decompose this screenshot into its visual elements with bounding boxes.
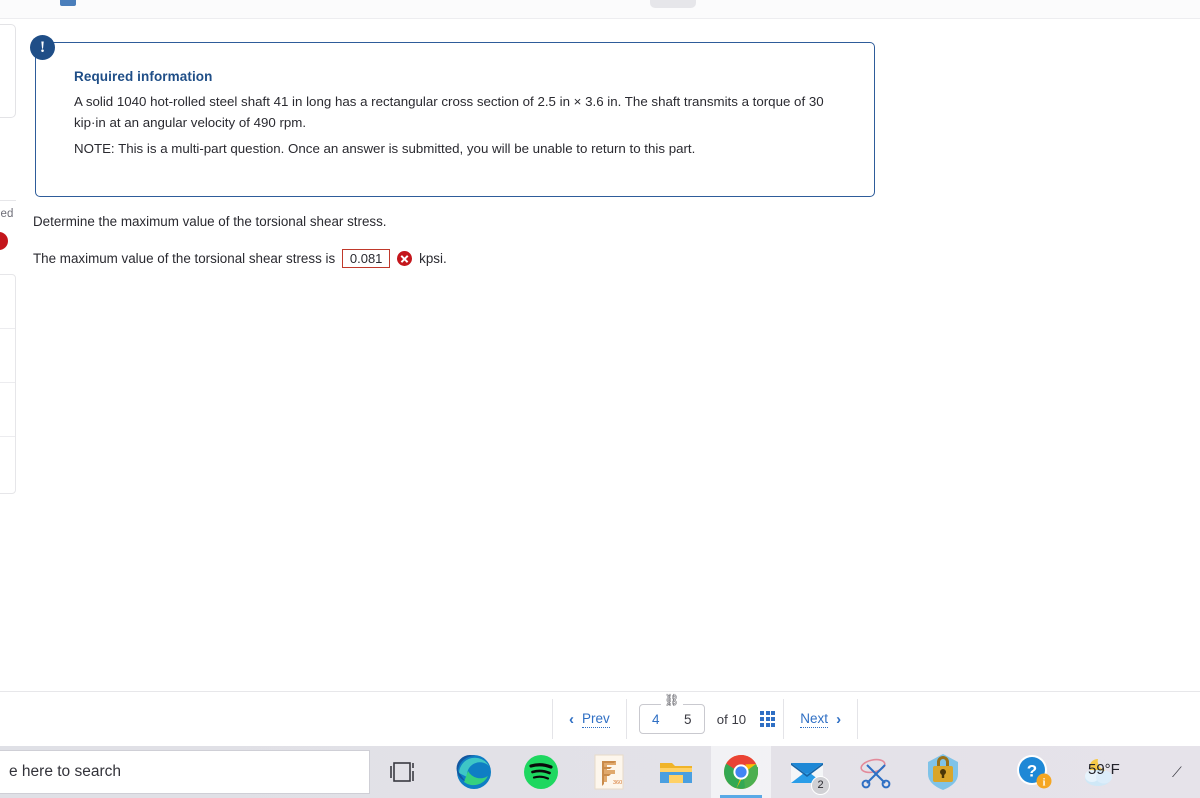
required-information-note: NOTE: This is a multi-part question. Onc… [74, 141, 696, 156]
next-button[interactable]: Next › [784, 711, 857, 728]
grid-cell [771, 711, 776, 716]
page-total-label: of 10 [717, 712, 746, 727]
chain-link-icon: ⛓ [660, 694, 683, 706]
snipping-tool-icon[interactable] [855, 751, 897, 793]
file-explorer-icon[interactable] [655, 751, 697, 793]
grid-cell [765, 717, 770, 721]
total-pages: 10 [731, 711, 747, 727]
toolbar-pill[interactable] [650, 0, 696, 8]
grid-cell [765, 722, 770, 727]
left-panel-divider [0, 200, 16, 201]
answer-input[interactable] [342, 249, 391, 268]
grid-view-icon[interactable] [760, 711, 776, 727]
fusion360-icon[interactable]: 360 [588, 751, 630, 793]
pagination-controls: ‹ Prev ⛓ 4 5 of 10 Next › [552, 694, 859, 743]
browser-tab-marker[interactable] [60, 0, 76, 6]
list-item[interactable] [0, 383, 15, 437]
question-navigation-footer: ‹ Prev ⛓ 4 5 of 10 Next › [0, 691, 1200, 746]
task-view-icon[interactable] [385, 751, 427, 793]
windows-taskbar: e here to search 360 2 ? i 59°F ⟋ [0, 746, 1200, 798]
required-information-box: Required information A solid 1040 hot-ro… [35, 42, 875, 197]
left-panel-status-label: led [0, 208, 14, 220]
list-item[interactable] [0, 329, 15, 383]
security-lock-icon[interactable] [922, 751, 964, 793]
next-page-number[interactable]: 5 [684, 712, 692, 727]
required-information-body: A solid 1040 hot-rolled steel shaft 41 i… [74, 94, 824, 130]
app-top-strip [0, 0, 1200, 19]
page-number-control[interactable]: ⛓ 4 5 [638, 694, 705, 734]
of-word: of [716, 711, 728, 727]
grid-cell [760, 722, 765, 727]
left-panel-list[interactable] [0, 274, 16, 494]
help-icon[interactable]: ? i [1013, 751, 1055, 793]
taskbar-search-box[interactable]: e here to search [0, 750, 370, 794]
tray-expand-icon[interactable]: ⟋ [1172, 764, 1182, 781]
mail-icon[interactable]: 2 [786, 751, 830, 795]
required-information-title: Required information [74, 69, 213, 84]
answer-row: The maximum value of the torsional shear… [33, 249, 447, 268]
list-item[interactable] [0, 437, 15, 491]
svg-text:i: i [1043, 778, 1046, 789]
list-item[interactable] [0, 275, 15, 329]
search-input-placeholder[interactable]: e here to search [9, 763, 121, 781]
svg-text:?: ? [1027, 762, 1037, 781]
grid-cell [760, 711, 765, 716]
spotify-icon[interactable] [520, 751, 562, 793]
left-panel-status-dot [0, 232, 8, 250]
current-page-number[interactable]: 4 [652, 712, 660, 727]
question-prompt: Determine the maximum value of the torsi… [33, 214, 387, 229]
answer-unit-label: kpsi. [419, 251, 447, 266]
page-number-box[interactable]: 4 5 [638, 704, 705, 734]
weather-temperature[interactable]: 59°F [1088, 761, 1120, 778]
nav-divider [857, 699, 859, 739]
answer-label: The maximum value of the torsional shear… [33, 251, 336, 266]
prev-button[interactable]: ‹ Prev [553, 711, 626, 728]
chevron-left-icon: ‹ [569, 710, 574, 728]
prev-button-label: Prev [582, 710, 610, 728]
incorrect-answer-icon [397, 251, 413, 266]
exclamation-icon: ! [30, 35, 55, 60]
mail-unread-badge: 2 [811, 776, 830, 795]
nav-divider [625, 699, 627, 739]
chevron-right-icon: › [836, 710, 842, 728]
next-button-label: Next [800, 710, 829, 728]
left-panel-card[interactable] [0, 24, 16, 118]
grid-cell [765, 711, 770, 716]
grid-cell [771, 722, 776, 727]
grid-cell [771, 717, 776, 721]
microsoft-edge-icon[interactable] [453, 751, 495, 793]
svg-text:360: 360 [613, 780, 622, 786]
google-chrome-icon[interactable] [720, 751, 762, 793]
grid-cell [760, 717, 765, 721]
